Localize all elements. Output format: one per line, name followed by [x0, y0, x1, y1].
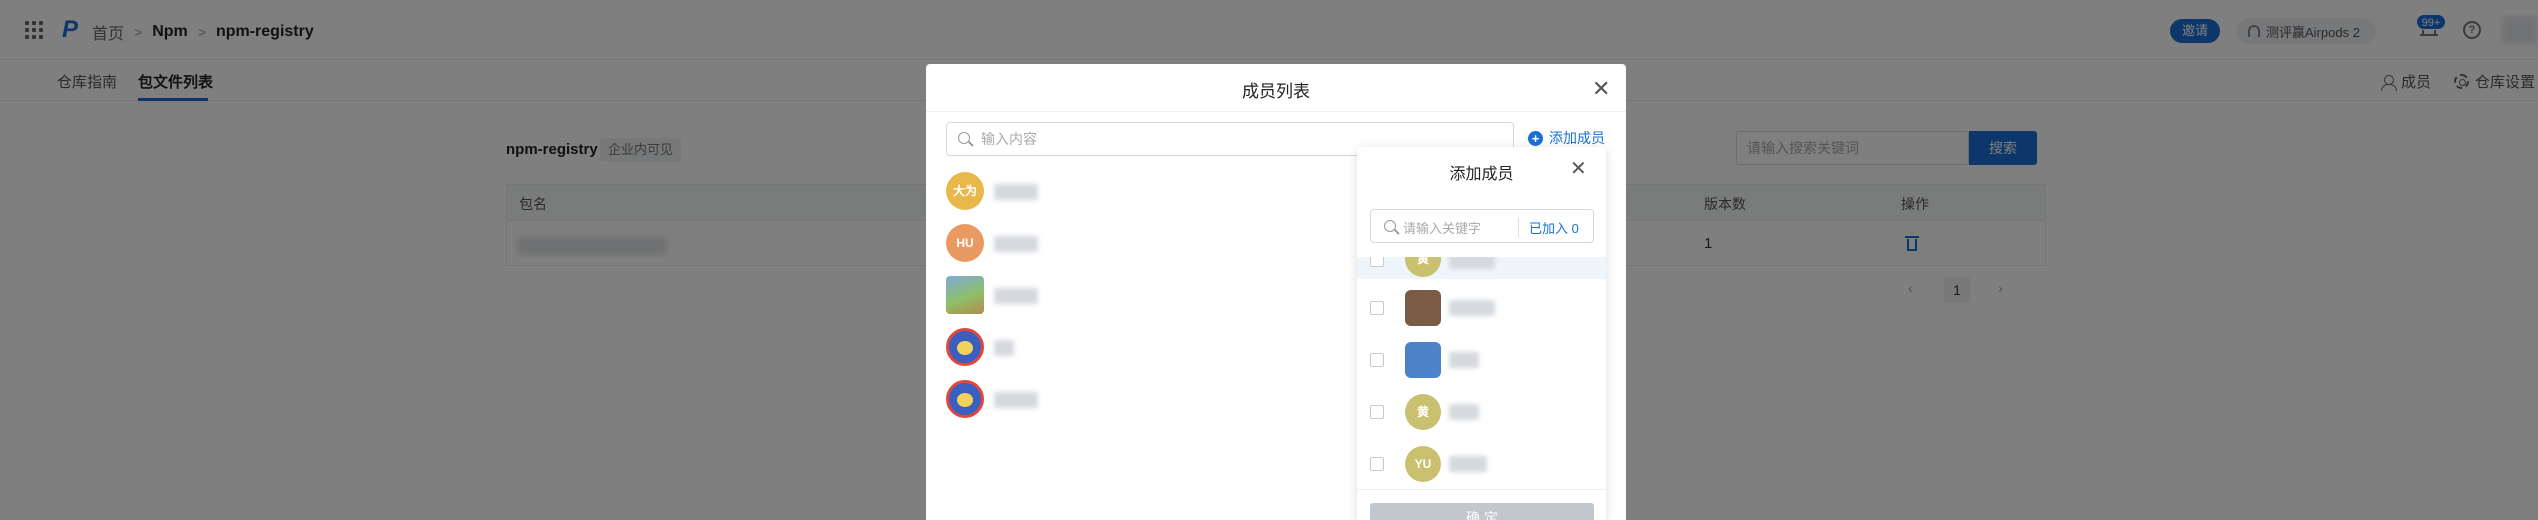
- modal-title: 成员列表: [1242, 82, 1310, 101]
- list-item[interactable]: [1357, 340, 1606, 380]
- candidate-name: [1449, 257, 1495, 269]
- search-icon: [1384, 220, 1396, 232]
- checkbox[interactable]: [1370, 257, 1384, 267]
- member-name: [994, 288, 1038, 304]
- member-name: [994, 236, 1038, 252]
- list-item: [946, 380, 1146, 418]
- candidate-name: [1449, 404, 1479, 420]
- list-item: [946, 276, 1146, 314]
- modal-title: 添加成员: [1449, 166, 1514, 183]
- avatar: HU: [946, 224, 984, 262]
- candidate-name: [1449, 300, 1495, 316]
- candidate-name: [1449, 352, 1479, 368]
- avatar: [1405, 342, 1441, 378]
- list-item[interactable]: [1357, 288, 1606, 328]
- avatar: [946, 380, 984, 418]
- divider: [1518, 217, 1519, 237]
- add-member-modal: 添加成员 ✕ 请输入关键字 已加入 0 黄 黄 YU 确 定: [1357, 147, 1606, 520]
- candidate-search-input[interactable]: 请输入关键字: [1403, 218, 1481, 237]
- member-name: [994, 392, 1038, 408]
- member-name: [994, 184, 1038, 200]
- avatar: [946, 276, 984, 314]
- list-item: 大为: [946, 172, 1146, 210]
- avatar: 黄: [1405, 394, 1441, 430]
- divider: [926, 111, 1626, 112]
- list-item: [946, 328, 1146, 366]
- avatar: 黄: [1405, 257, 1441, 277]
- divider: [1357, 489, 1606, 490]
- candidate-name: [1449, 456, 1487, 472]
- list-item[interactable]: 黄: [1357, 392, 1606, 432]
- list-item[interactable]: YU: [1357, 444, 1606, 484]
- checkbox[interactable]: [1370, 353, 1384, 367]
- search-icon: [958, 132, 970, 144]
- list-item: HU: [946, 224, 1146, 262]
- avatar: 大为: [946, 172, 984, 210]
- checkbox[interactable]: [1370, 457, 1384, 471]
- avatar: [1405, 290, 1441, 326]
- joined-count[interactable]: 已加入 0: [1529, 218, 1579, 237]
- plus-circle-icon: +: [1528, 130, 1543, 146]
- list-item[interactable]: 黄: [1357, 257, 1606, 279]
- member-name: [994, 340, 1014, 356]
- add-member-label: 添加成员: [1549, 130, 1605, 146]
- checkbox[interactable]: [1370, 405, 1384, 419]
- avatar: YU: [1405, 446, 1441, 482]
- candidate-search-field[interactable]: 请输入关键字 已加入 0: [1370, 209, 1594, 243]
- close-icon[interactable]: ✕: [1592, 78, 1610, 100]
- avatar: [946, 328, 984, 366]
- close-icon[interactable]: ✕: [1570, 159, 1587, 179]
- confirm-button[interactable]: 确 定: [1370, 503, 1594, 520]
- checkbox[interactable]: [1370, 301, 1384, 315]
- add-member-button[interactable]: + 添加成员: [1528, 128, 1605, 148]
